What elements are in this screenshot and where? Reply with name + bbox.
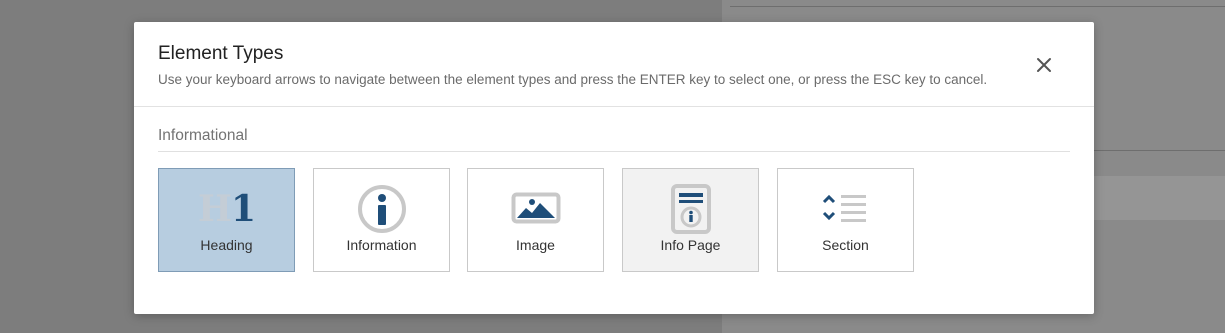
- element-types-dialog: Element Types Use your keyboard arrows t…: [134, 22, 1094, 314]
- section-divider: [158, 151, 1070, 152]
- tile-label: Image: [516, 237, 555, 253]
- tile-label: Heading: [200, 237, 253, 253]
- tile-label: Section: [822, 237, 869, 253]
- image-icon: [468, 183, 603, 235]
- tile-label: Info Page: [660, 237, 721, 253]
- tile-info-page[interactable]: Info Page: [622, 168, 759, 272]
- tile-heading[interactable]: H1 Heading: [158, 168, 295, 272]
- tile-section[interactable]: Section: [777, 168, 914, 272]
- close-button[interactable]: [1030, 51, 1058, 79]
- info-page-icon: [623, 183, 758, 235]
- section-heading-informational: Informational: [158, 127, 248, 144]
- tile-label: Information: [346, 237, 417, 253]
- section-icon: [778, 183, 913, 235]
- tile-image[interactable]: Image: [467, 168, 604, 272]
- tile-information[interactable]: Information: [313, 168, 450, 272]
- dialog-title: Element Types: [158, 43, 284, 64]
- close-icon: [1037, 58, 1051, 72]
- background-divider: [730, 6, 1225, 7]
- dialog-header: Element Types Use your keyboard arrows t…: [134, 22, 1094, 107]
- heading-h1-icon: H1: [197, 188, 256, 230]
- info-circle-icon: [314, 183, 449, 235]
- dialog-instructions: Use your keyboard arrows to navigate bet…: [158, 72, 988, 87]
